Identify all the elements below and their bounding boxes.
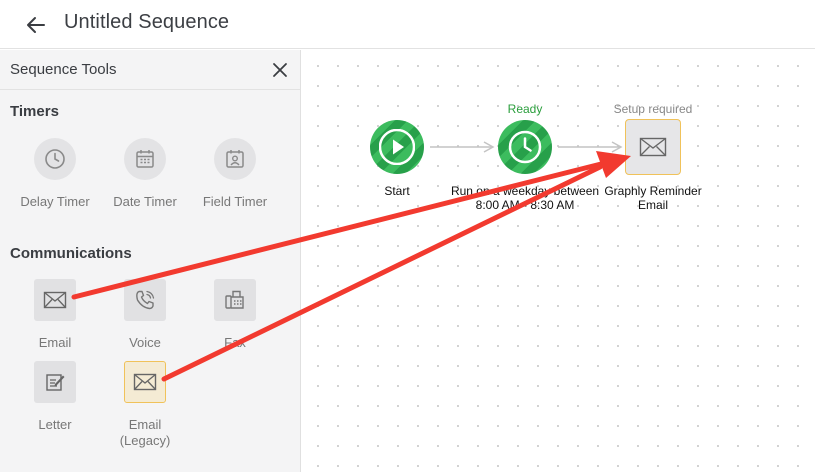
- tool-label: Email: [128, 417, 162, 432]
- tool-date-timer[interactable]: Date Timer: [100, 138, 190, 210]
- top-header: Untitled Sequence: [0, 0, 815, 49]
- tool-label: Fax: [224, 335, 246, 350]
- timer-node-label-line2: 8:00 AM - 8:30 AM: [475, 198, 575, 212]
- sidebar-header: Sequence Tools: [0, 50, 300, 90]
- tool-label: Delay Timer: [20, 194, 90, 209]
- tool-label: Field Timer: [202, 194, 268, 209]
- tool-label-secondary: (Legacy): [119, 433, 171, 448]
- tool-delay-timer[interactable]: Delay Timer: [10, 138, 100, 210]
- start-node[interactable]: [370, 120, 424, 174]
- tool-label: Voice: [129, 335, 161, 350]
- timer-node-label: Run on a weekday between 8:00 AM - 8:30 …: [445, 184, 605, 212]
- start-node-label: Start: [384, 184, 410, 198]
- envelope-icon: [124, 361, 166, 403]
- calendar-person-icon: [214, 138, 256, 180]
- tool-voice[interactable]: Voice: [100, 279, 190, 351]
- email-node[interactable]: [625, 119, 681, 175]
- sidebar-title: Sequence Tools: [10, 61, 117, 78]
- timer-node-label-line1: Run on a weekday between: [450, 184, 600, 198]
- play-icon: [379, 129, 415, 165]
- timer-node-status: Ready: [507, 102, 543, 116]
- back-button[interactable]: [22, 12, 50, 38]
- clock-icon: [508, 130, 542, 164]
- page-title: Untitled Sequence: [64, 11, 230, 33]
- fax-icon: [214, 279, 256, 321]
- timer-node[interactable]: [498, 120, 552, 174]
- tool-label: Letter: [38, 417, 72, 432]
- tool-fax[interactable]: Fax: [190, 279, 280, 351]
- clock-icon: [34, 138, 76, 180]
- email-node-label-line2: Email: [637, 198, 668, 212]
- email-node-label-line1: Graphly Reminder: [604, 184, 702, 198]
- tool-email[interactable]: Email: [10, 279, 100, 351]
- communications-section-title: Communications: [10, 245, 132, 262]
- email-node-status: Setup required: [613, 102, 693, 116]
- tool-letter[interactable]: Letter: [10, 361, 100, 433]
- email-node-label: Graphly Reminder Email: [600, 184, 706, 212]
- timers-section-title: Timers: [10, 103, 59, 120]
- tool-label: Email: [38, 335, 72, 350]
- tool-field-timer[interactable]: Field Timer: [190, 138, 280, 210]
- letter-icon: [34, 361, 76, 403]
- envelope-icon: [34, 279, 76, 321]
- sequence-tools-panel: Sequence Tools Timers Delay Timer Date T…: [0, 50, 301, 472]
- calendar-icon: [124, 138, 166, 180]
- phone-icon: [124, 279, 166, 321]
- close-panel-button[interactable]: [270, 60, 290, 80]
- envelope-icon: [639, 137, 667, 157]
- close-icon: [273, 63, 287, 77]
- tool-email-legacy[interactable]: Email (Legacy): [100, 361, 190, 449]
- tool-label: Date Timer: [113, 194, 177, 209]
- arrow-left-icon: [27, 17, 45, 33]
